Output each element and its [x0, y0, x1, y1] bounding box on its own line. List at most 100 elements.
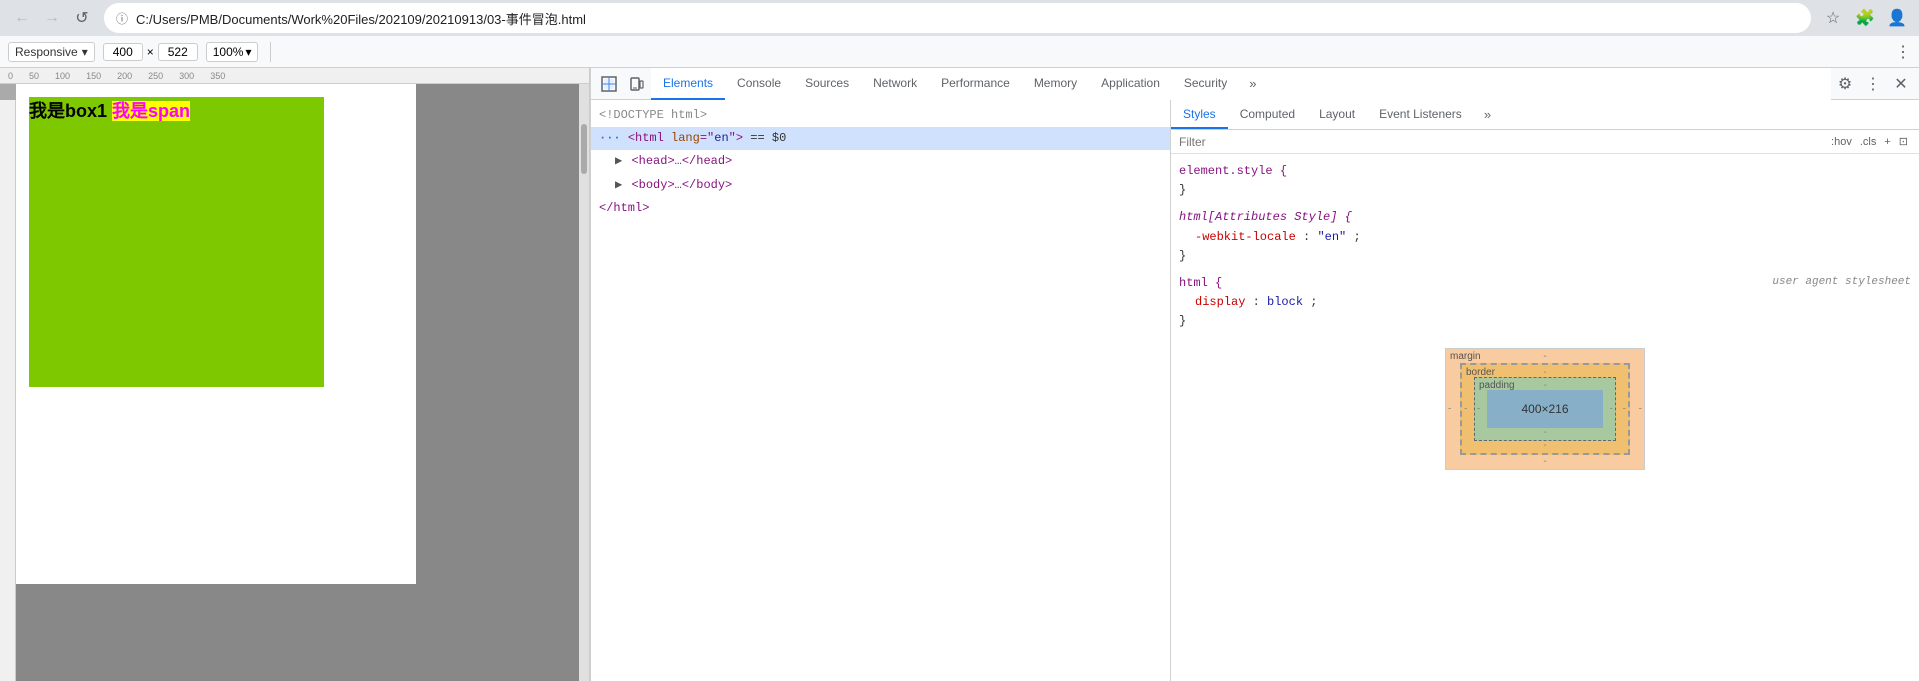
rule-close-html-attr: }: [1179, 247, 1911, 266]
webpage-frame: 我是box1 我是span: [16, 84, 416, 584]
dom-equals-marker: == $0: [750, 131, 786, 145]
extensions-button[interactable]: 🧩: [1851, 4, 1879, 32]
rule-close-html-ua: }: [1179, 312, 1911, 331]
device-toggle-button[interactable]: [623, 70, 651, 98]
dom-panel: <!DOCTYPE html> ··· <html lang="en"> == …: [591, 100, 1171, 681]
viewport-preview: 0 50 100 150 200 250 300 350: [0, 68, 590, 681]
profile-button[interactable]: 👤: [1883, 4, 1911, 32]
browser-window: ← → ↺ ⓘ ☆ 🧩 👤: [0, 0, 1919, 681]
styles-tab-event-listeners[interactable]: Event Listeners: [1367, 100, 1474, 129]
forward-button[interactable]: →: [38, 4, 66, 32]
back-button[interactable]: ←: [8, 4, 36, 32]
webpage-viewport: 我是box1 我是span: [16, 84, 589, 681]
settings-button[interactable]: ⚙: [1831, 70, 1859, 98]
scrollbar[interactable]: [579, 84, 589, 681]
hov-button[interactable]: :hov: [1828, 135, 1855, 149]
height-input[interactable]: [158, 43, 198, 61]
style-prop-display: display : block ;: [1179, 293, 1911, 312]
styles-tabs: Styles Computed Layout Event Listeners: [1171, 100, 1919, 130]
extensions-icon: 🧩: [1855, 8, 1875, 28]
selector-text: element.style {: [1179, 164, 1287, 178]
ruler-mark: 100: [47, 71, 78, 81]
style-rule-html-attr: html[Attributes Style] { -webkit-locale …: [1171, 204, 1919, 270]
dom-html-open: <html: [628, 131, 671, 145]
cls-button[interactable]: .cls: [1857, 135, 1880, 149]
inspect-button[interactable]: [595, 70, 623, 98]
more-options-button[interactable]: ⋮: [1859, 70, 1887, 98]
expand-body-icon[interactable]: ▶: [615, 178, 622, 192]
dom-head-tag: <head>…</head>: [631, 154, 732, 168]
ruler-mark: 50: [21, 71, 47, 81]
box1-text: 我是box1: [29, 101, 112, 121]
devtools-panel: Elements Console Sources Network Perform: [590, 68, 1919, 681]
browser-titlebar: ← → ↺ ⓘ ☆ 🧩 👤: [0, 0, 1919, 36]
dom-body-line[interactable]: ▶ <body>…</body>: [591, 174, 1170, 197]
more-tabs-button[interactable]: »: [1243, 68, 1262, 100]
dom-doctype[interactable]: <!DOCTYPE html>: [591, 104, 1170, 127]
tab-performance[interactable]: Performance: [929, 68, 1022, 100]
close-devtools-icon: ✕: [1894, 74, 1907, 94]
address-bar[interactable]: ⓘ: [104, 3, 1811, 33]
box-model-container: margin - - - - border - -: [1171, 336, 1919, 482]
styles-content: element.style { } html[Attributes Style]…: [1171, 154, 1919, 681]
viewport-size: ×: [103, 43, 198, 61]
expand-head-icon[interactable]: ▶: [615, 154, 622, 168]
viewport-toolbar: Responsive ▾ × 100% ▾ ⋮: [0, 36, 1919, 68]
back-icon: ←: [14, 9, 30, 27]
style-prop-webkit: -webkit-locale : "en" ;: [1179, 228, 1911, 247]
styles-tab-layout[interactable]: Layout: [1307, 100, 1367, 129]
settings-icon: ⚙: [1838, 74, 1852, 94]
add-style-button[interactable]: +: [1881, 135, 1893, 149]
zoom-select[interactable]: 100% ▾: [206, 42, 259, 62]
zoom-label: 100%: [213, 45, 244, 59]
device-toggle-icon: [629, 76, 645, 92]
box-model: margin - - - - border - -: [1445, 348, 1645, 470]
viewport-more-button[interactable]: ⋮: [1895, 42, 1911, 62]
margin-label: margin: [1450, 351, 1481, 362]
tab-elements[interactable]: Elements: [651, 68, 725, 100]
tab-network[interactable]: Network: [861, 68, 929, 100]
ruler-horizontal: 0 50 100 150 200 250 300 350: [0, 68, 589, 84]
styles-filter-actions: :hov .cls + ⊡: [1828, 134, 1911, 149]
bookmark-icon: ☆: [1826, 8, 1840, 28]
width-input[interactable]: [103, 43, 143, 61]
ruler-mark: 200: [109, 71, 140, 81]
styles-filter-input[interactable]: [1179, 135, 1824, 149]
rule-selector-html-ua[interactable]: html { user agent stylesheet: [1179, 274, 1911, 293]
tab-security[interactable]: Security: [1172, 68, 1239, 100]
box-model-size: 400×216: [1521, 402, 1568, 416]
dom-html-line[interactable]: ··· <html lang="en"> == $0: [591, 127, 1170, 150]
devtools-outer: Responsive ▾ × 100% ▾ ⋮ 0 50 100: [0, 36, 1919, 681]
url-input[interactable]: [136, 11, 1799, 26]
dom-body-tag: <body>…</body>: [631, 178, 732, 192]
styles-tab-styles[interactable]: Styles: [1171, 100, 1228, 129]
user-agent-note: user agent stylesheet: [1772, 274, 1911, 292]
bookmark-button[interactable]: ☆: [1819, 4, 1847, 32]
reload-button[interactable]: ↺: [68, 4, 96, 32]
reload-icon: ↺: [75, 8, 88, 28]
favicon-icon: ⓘ: [116, 10, 128, 27]
ruler-mark: 150: [78, 71, 109, 81]
close-devtools-button[interactable]: ✕: [1887, 70, 1915, 98]
rule-selector-element[interactable]: element.style {: [1179, 162, 1911, 181]
styles-tab-computed[interactable]: Computed: [1228, 100, 1307, 129]
tab-console[interactable]: Console: [725, 68, 793, 100]
inspect-icon: [601, 76, 617, 92]
device-label: Responsive: [15, 45, 78, 59]
ruler-mark: 350: [202, 71, 233, 81]
tab-sources[interactable]: Sources: [793, 68, 861, 100]
bm-content: 400×216: [1487, 390, 1603, 428]
devtools-body: <!DOCTYPE html> ··· <html lang="en"> == …: [591, 100, 1919, 681]
device-dropdown-icon: ▾: [82, 45, 88, 59]
tab-memory[interactable]: Memory: [1022, 68, 1089, 100]
collapse-button[interactable]: ⊡: [1896, 134, 1911, 149]
rule-selector-html-attr[interactable]: html[Attributes Style] {: [1179, 208, 1911, 227]
ruler-mark: 250: [140, 71, 171, 81]
scroll-thumb[interactable]: [581, 124, 587, 174]
device-select[interactable]: Responsive ▾: [8, 42, 95, 62]
dom-close-html[interactable]: </html>: [591, 197, 1170, 220]
tab-application[interactable]: Application: [1089, 68, 1172, 100]
styles-more-tabs-button[interactable]: »: [1478, 100, 1497, 129]
dom-head-line[interactable]: ▶ <head>…</head>: [591, 150, 1170, 173]
cross-label: ×: [147, 45, 154, 59]
